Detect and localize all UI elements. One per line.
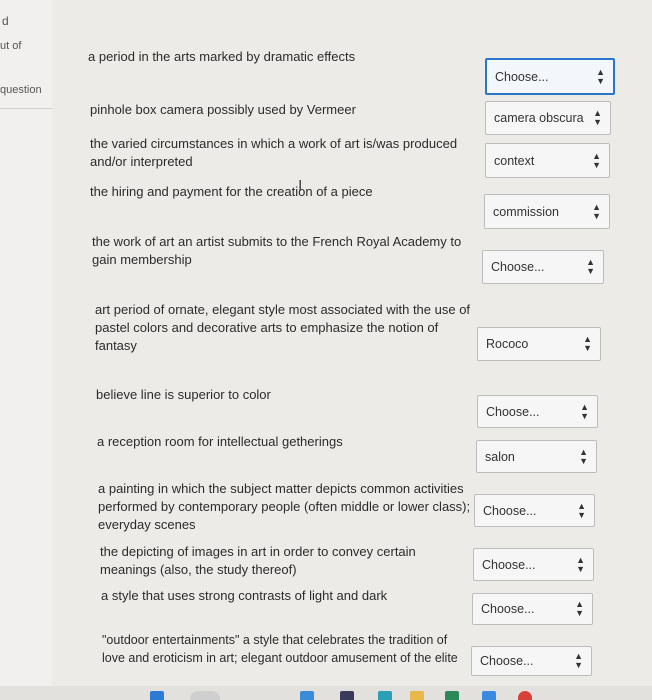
updown-chevron-icon: ▲ ▼	[576, 554, 585, 574]
question-label: question	[0, 84, 42, 96]
prompt-1: a period in the arts marked by dramatic …	[88, 49, 356, 64]
answer-value-2: camera obscura	[494, 111, 584, 125]
answer-select-11[interactable]: Choose... ▲ ▼	[472, 593, 593, 625]
updown-chevron-icon: ▲ ▼	[583, 334, 592, 353]
search-icon	[190, 691, 220, 700]
answer-select-4[interactable]: commission ▲ ▼	[484, 194, 610, 229]
updown-chevron-icon: ▲ ▼	[574, 651, 583, 670]
updown-chevron-icon: ▲ ▼	[579, 446, 588, 466]
updown-chevron-icon: ▲ ▼	[592, 201, 601, 221]
updown-chevron-icon: ▲ ▼	[577, 500, 586, 520]
folder-icon	[410, 691, 424, 700]
prompt-2: pinhole box camera possibly used by Verm…	[90, 102, 356, 117]
prompt-9: a painting in which the subject matter d…	[98, 481, 471, 532]
quiz-nav-panel: d ut of question	[0, 0, 53, 700]
answer-select-7[interactable]: Choose... ▲ ▼	[477, 395, 598, 428]
prompt-5: the work of art an artist submits to the…	[92, 234, 462, 267]
answer-select-8[interactable]: salon ▲ ▼	[476, 440, 597, 473]
app-icon	[340, 691, 354, 700]
nav-fragment: d	[2, 14, 9, 28]
prompt-10: the depicting of images in art in order …	[100, 544, 416, 577]
answer-select-12[interactable]: Choose... ▲ ▼	[471, 646, 592, 676]
app2-icon	[445, 691, 459, 700]
answer-select-2[interactable]: camera obscura ▲ ▼	[485, 101, 611, 135]
updown-chevron-icon: ▲ ▼	[592, 150, 601, 170]
answer-value-12: Choose...	[480, 654, 534, 668]
nav-divider	[0, 108, 52, 109]
answer-value-10: Choose...	[482, 557, 536, 572]
chrome-icon	[518, 691, 532, 700]
updown-chevron-icon: ▲ ▼	[593, 108, 602, 127]
updown-chevron-icon: ▲ ▼	[575, 599, 584, 618]
start-icon	[150, 691, 164, 700]
answer-select-3[interactable]: context ▲ ▼	[485, 143, 610, 178]
updown-chevron-icon: ▲ ▼	[580, 401, 589, 421]
answer-select-6[interactable]: Rococo ▲ ▼	[477, 327, 601, 361]
answer-value-3: context	[494, 153, 535, 168]
answer-select-9[interactable]: Choose... ▲ ▼	[474, 494, 595, 527]
answer-value-9: Choose...	[483, 503, 537, 518]
answer-value-11: Choose...	[481, 602, 535, 616]
answer-value-6: Rococo	[486, 337, 529, 351]
prompt-7: believe line is superior to color	[96, 387, 271, 402]
updown-chevron-icon: ▲ ▼	[596, 66, 605, 86]
updown-chevron-icon: ▲ ▼	[586, 257, 595, 276]
answer-value-4: commission	[493, 204, 559, 219]
prompt-4: the hiring and payment for the creation …	[90, 184, 373, 199]
answer-value-5: Choose...	[491, 260, 545, 274]
answer-select-10[interactable]: Choose... ▲ ▼	[473, 548, 594, 581]
text-cursor-icon: I	[298, 178, 303, 195]
answer-value-1: Choose...	[495, 69, 549, 84]
edge-icon	[300, 691, 314, 700]
prompt-3: the varied circumstances in which a work…	[90, 136, 458, 169]
answer-select-1[interactable]: Choose... ▲ ▼	[485, 58, 615, 95]
prompt-8: a reception room for intellectual gether…	[97, 434, 343, 449]
prompt-11: a style that uses strong contrasts of li…	[101, 588, 388, 603]
matching-question-area: a period in the arts marked by dramatic …	[52, 0, 652, 700]
answer-select-5[interactable]: Choose... ▲ ▼	[482, 250, 604, 284]
taskbar	[0, 686, 652, 700]
answer-value-7: Choose...	[486, 404, 540, 419]
answer-value-8: salon	[485, 449, 515, 464]
prompt-6: art period of ornate, elegant style most…	[95, 302, 471, 353]
store-icon	[378, 691, 392, 700]
prompt-12: "outdoor entertainments" a style that ce…	[102, 633, 458, 665]
out-of-label: ut of	[0, 40, 22, 52]
app3-icon	[482, 691, 496, 700]
